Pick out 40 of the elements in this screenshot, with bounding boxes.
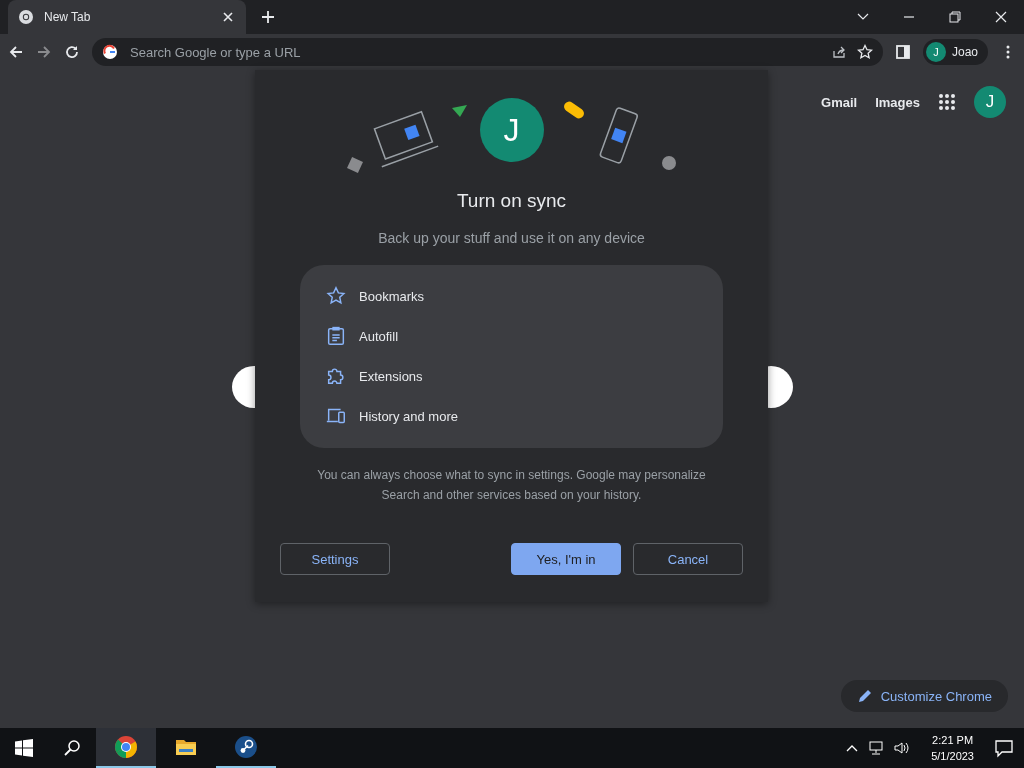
back-icon[interactable] [8, 44, 24, 60]
dialog-button[interactable]: Cancel [633, 543, 743, 575]
clock[interactable]: 2:21 PM 5/1/2023 [919, 732, 986, 764]
dialog-button[interactable]: Settings [280, 543, 390, 575]
reload-icon[interactable] [64, 44, 80, 60]
apps-grid-icon[interactable] [938, 93, 956, 111]
search-icon[interactable] [63, 739, 81, 757]
pencil-icon [856, 688, 873, 704]
customize-chrome-button[interactable]: Customize Chrome [840, 680, 1008, 712]
profile-button[interactable]: J Joao [922, 39, 988, 65]
sync-item-label: Extensions [359, 368, 423, 384]
star-icon[interactable] [856, 44, 873, 60]
plus-icon[interactable] [260, 9, 276, 25]
browser-tab[interactable]: New Tab [8, 0, 246, 34]
account-avatar[interactable]: J [974, 86, 1006, 118]
dialog-title: Turn on sync [456, 190, 567, 212]
sync-note: You can always choose what to sync in settings. Google may personalize Search and other services based on your history. [316, 467, 707, 504]
windows-start-icon[interactable] [15, 739, 33, 757]
dialog-subtitle: Back up your stuff and use it on any device [378, 230, 645, 246]
steam-icon[interactable] [234, 735, 258, 759]
google-icon [102, 44, 118, 60]
header-link[interactable]: Images [875, 94, 920, 110]
volume-icon[interactable] [893, 740, 912, 756]
address-bar[interactable]: Search Google or type a URL [92, 38, 883, 66]
share-icon[interactable] [830, 44, 847, 60]
sync-item-label: Autofill [359, 328, 399, 344]
address-field[interactable]: Search Google or type a URL [128, 43, 821, 61]
puzzle-icon [325, 365, 347, 387]
sync-item-label: History and more [359, 408, 458, 424]
sync-item-label: Bookmarks [359, 288, 425, 304]
notifications-icon[interactable] [994, 738, 1014, 758]
taskbar-app[interactable] [96, 728, 156, 768]
side-panel-icon[interactable] [894, 44, 911, 60]
dialog-button[interactable]: Yes, I'm in [511, 543, 621, 575]
network-icon[interactable] [867, 740, 886, 756]
account-avatar: J [479, 98, 544, 162]
star-icon [325, 285, 347, 307]
clipboard-icon [325, 325, 347, 347]
forward-icon[interactable] [36, 44, 52, 60]
header-link[interactable]: Gmail [821, 94, 858, 110]
